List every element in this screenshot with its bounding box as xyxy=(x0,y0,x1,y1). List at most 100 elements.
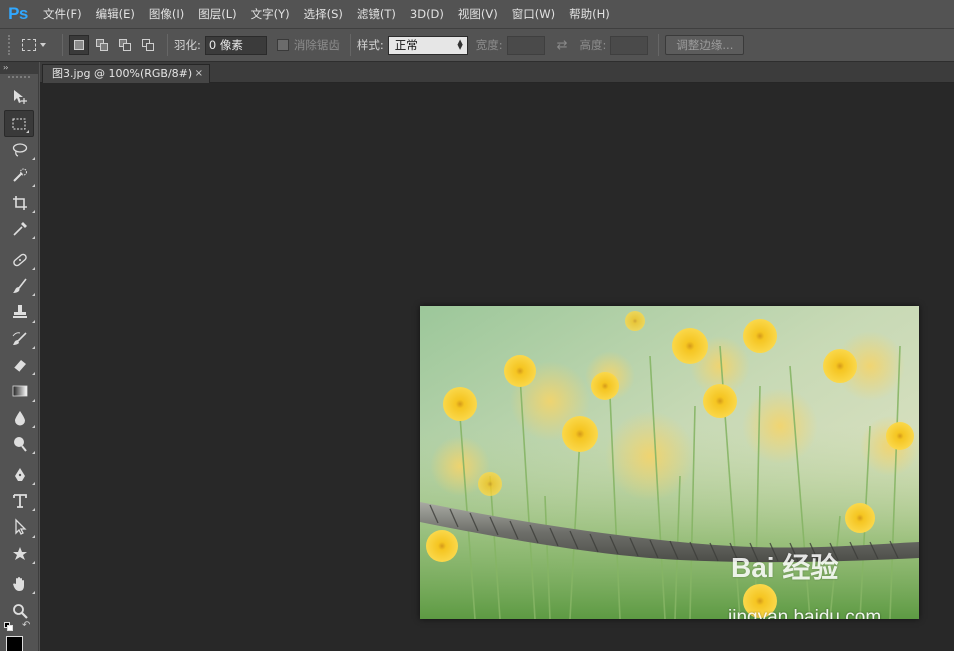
width-label: 宽度: xyxy=(475,38,503,52)
menu-help[interactable]: 帮助(H) xyxy=(562,0,617,28)
tool-group-indicator xyxy=(32,372,35,376)
tool-group-indicator xyxy=(32,561,35,565)
eraser-icon xyxy=(13,360,26,373)
eyedropper-icon xyxy=(12,222,27,236)
move-tool[interactable] xyxy=(0,84,39,110)
refine-edge-button[interactable]: 调整边缘... xyxy=(665,35,745,55)
menu-image[interactable]: 图像(I) xyxy=(142,0,191,28)
custom-shape-tool[interactable] xyxy=(0,541,39,567)
intersect-selection-button[interactable] xyxy=(138,35,158,55)
menu-view[interactable]: 视图(V) xyxy=(451,0,505,28)
stamp-icon xyxy=(12,305,27,319)
type-tool[interactable] xyxy=(0,488,39,514)
crop-tool[interactable] xyxy=(0,190,39,216)
tool-group-indicator xyxy=(32,345,35,349)
options-bar-grip[interactable] xyxy=(8,35,14,55)
tool-group-indicator xyxy=(32,183,35,187)
height-input[interactable] xyxy=(610,35,649,55)
photoshop-logo: Ps xyxy=(8,4,28,23)
toolbox-collapse-button[interactable]: ›› xyxy=(0,62,39,74)
lasso-icon xyxy=(12,143,27,157)
intersect-selection-icon xyxy=(142,39,154,51)
quick-selection-tool[interactable] xyxy=(0,163,39,189)
move-icon xyxy=(13,90,27,105)
menu-select[interactable]: 选择(S) xyxy=(297,0,350,28)
path-selection-tool[interactable] xyxy=(0,514,39,540)
menu-layer[interactable]: 图层(L) xyxy=(191,0,243,28)
rectangular-marquee-tool[interactable] xyxy=(4,110,34,137)
default-colors-icon[interactable] xyxy=(4,622,13,631)
bandage-icon xyxy=(12,253,27,266)
spot-healing-brush-tool[interactable] xyxy=(0,246,39,272)
style-label: 样式: xyxy=(356,38,384,52)
menu-3d[interactable]: 3D(D) xyxy=(403,0,451,28)
tool-group-indicator xyxy=(32,236,35,240)
tool-group-indicator xyxy=(32,451,35,455)
feather-label: 羽化: xyxy=(174,38,201,52)
options-bar: 羽化: 0 像素 消除锯齿 样式: 正常 ▲ ▼ 宽度: ⇄ 高度: 调整边缘..… xyxy=(0,28,954,62)
gradient-tool[interactable] xyxy=(0,378,39,404)
divider xyxy=(349,34,351,56)
divider xyxy=(658,34,660,56)
baidu-watermark-logo: Bai 经验 xyxy=(731,552,839,583)
quick-selection-icon xyxy=(12,168,27,183)
tool-group-indicator xyxy=(32,266,35,270)
style-select[interactable]: 正常 ▲ ▼ xyxy=(387,35,468,55)
up-down-arrows-icon: ▲ ▼ xyxy=(457,37,463,51)
foreground-color-swatch[interactable] xyxy=(6,636,23,651)
tool-preset-picker[interactable] xyxy=(22,34,56,56)
height-label: 高度: xyxy=(579,38,607,52)
drop-icon xyxy=(14,410,25,426)
anti-alias-checkbox[interactable] xyxy=(276,39,289,51)
swap-colors-icon[interactable]: ↶ xyxy=(22,620,30,631)
menu-file[interactable]: 文件(F) xyxy=(36,0,89,28)
tool-group-indicator xyxy=(32,398,35,402)
tool-group-indicator xyxy=(32,319,35,323)
history-brush-tool[interactable] xyxy=(0,326,39,352)
baidu-watermark-url: jingyan.baidu.com xyxy=(728,607,882,619)
path-selection-icon xyxy=(14,518,27,536)
menu-filter[interactable]: 滤镜(T) xyxy=(350,0,403,28)
tool-group-indicator xyxy=(32,591,35,595)
lasso-tool[interactable] xyxy=(0,137,39,163)
menu-edit[interactable]: 编辑(E) xyxy=(89,0,142,28)
hand-tool[interactable] xyxy=(0,571,39,597)
dodge-tool[interactable] xyxy=(0,431,39,457)
toolbox-grip[interactable] xyxy=(8,76,30,84)
eyedropper-tool[interactable] xyxy=(0,216,39,242)
zoom-icon xyxy=(12,603,28,619)
width-input[interactable] xyxy=(506,35,545,55)
document-tab[interactable]: 图3.jpg @ 100%(RGB/8#) × xyxy=(42,64,210,83)
add-to-selection-button[interactable] xyxy=(92,35,112,55)
zoom-tool[interactable] xyxy=(0,597,39,623)
gradient-icon xyxy=(12,386,27,397)
feather-input[interactable]: 0 像素 xyxy=(204,35,267,55)
crop-icon xyxy=(12,195,27,210)
tool-group-indicator xyxy=(32,534,35,538)
pen-tool[interactable] xyxy=(0,461,39,487)
menu-window[interactable]: 窗口(W) xyxy=(505,0,562,28)
toolbox: ↶ xyxy=(0,74,39,651)
tool-group-indicator xyxy=(32,425,35,429)
menu-type[interactable]: 文字(Y) xyxy=(244,0,297,28)
canvas-area[interactable]: Bai 经验 jingyan.baidu.com xyxy=(40,83,954,651)
clone-stamp-tool[interactable] xyxy=(0,299,39,325)
subtract-from-selection-button[interactable] xyxy=(115,35,135,55)
blur-tool[interactable] xyxy=(0,405,39,431)
swap-width-height-icon[interactable]: ⇄ xyxy=(557,38,568,53)
add-to-selection-icon xyxy=(96,39,108,51)
chevron-down-icon xyxy=(40,43,46,47)
menu-bar: Ps 文件(F) 编辑(E) 图像(I) 图层(L) 文字(Y) 选择(S) 滤… xyxy=(0,0,954,28)
document-tab-title: 图3.jpg @ 100%(RGB/8#) xyxy=(52,67,193,80)
tool-group-indicator xyxy=(32,481,35,485)
brush-tool[interactable] xyxy=(0,273,39,299)
tool-group-indicator xyxy=(32,293,35,297)
tool-group-indicator xyxy=(32,508,35,512)
eraser-tool[interactable] xyxy=(0,352,39,378)
rectangular-marquee-icon xyxy=(22,39,36,51)
new-selection-button[interactable] xyxy=(69,35,89,55)
close-icon[interactable]: × xyxy=(195,65,203,82)
hand-icon xyxy=(12,577,24,592)
new-selection-icon xyxy=(74,40,84,50)
document-image[interactable]: Bai 经验 jingyan.baidu.com xyxy=(420,306,919,619)
